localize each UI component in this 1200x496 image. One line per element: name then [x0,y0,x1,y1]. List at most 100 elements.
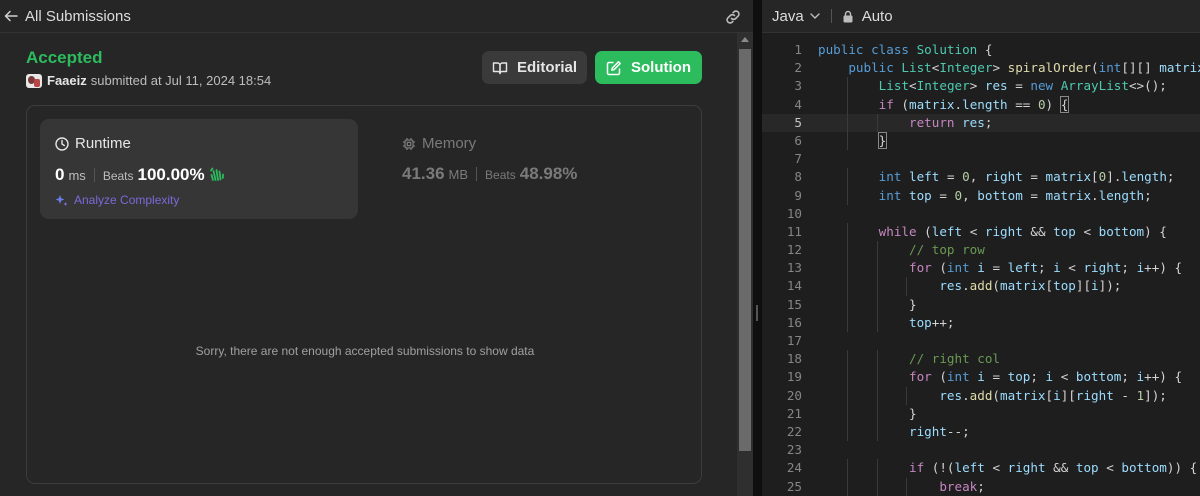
code-line[interactable]: 16 top++; [762,313,1200,332]
code-line[interactable]: 4 if (matrix.length == 0) { [762,95,1200,114]
code-text: } [818,296,917,312]
code-text: break; [939,478,985,494]
code-line[interactable]: 3 List<Integer> res = new ArrayList<>(); [762,77,1200,96]
scrollbar-thumb[interactable] [739,49,751,451]
edit-icon [606,60,621,75]
line-number: 25 [786,478,802,494]
code-panel: Java Auto 1 public class Solution {2 publ… [762,0,1200,496]
line-number: 20 [786,387,802,403]
editorial-button[interactable]: Editorial [482,51,587,84]
code-line[interactable]: 6 } [762,131,1200,151]
code-text: // right col [909,351,1000,367]
code-text: for (int i = top; i < bottom; i++) { [909,369,1183,385]
code-text: res.add(matrix[top][i]); [939,278,1122,294]
auto-mode-indicator[interactable]: Auto [842,8,893,25]
line-number: 10 [786,205,802,221]
code-line[interactable]: 7 [762,150,1200,168]
link-icon[interactable] [724,8,742,26]
code-line[interactable]: 8 int left = 0, right = matrix[0].length… [762,168,1200,187]
user-name[interactable]: Faaeiz [47,73,87,88]
vertical-scrollbar[interactable] [737,33,753,496]
code-line[interactable]: 23 [762,441,1200,459]
code-line[interactable]: 22 right--; [762,422,1200,442]
submitted-time: submitted at Jul 11, 2024 18:54 [90,73,272,88]
code-text: top++; [909,314,955,330]
sparkle-icon [55,194,68,206]
submission-panel: All Submissions Accepted Faaeiz submitte… [0,0,753,496]
line-number: 7 [794,151,802,167]
runtime-stat[interactable]: Runtime 0 ms Beats 100.00% Analyze Compl… [40,119,358,219]
code-text: int top = 0, bottom = matrix.length; [878,187,1152,203]
line-number: 14 [786,278,802,294]
code-text: // top row [909,242,985,258]
runtime-beats-percent: 100.00% [137,165,205,184]
submitter-info: Faaeiz submitted at Jul 11, 2024 18:54 [26,73,271,88]
line-number: 21 [786,405,802,421]
line-number: 24 [786,460,802,476]
language-select[interactable]: Java [772,8,821,25]
code-line[interactable]: 19 for (int i = top; i < bottom; i++) { [762,368,1200,387]
code-line[interactable]: 25 break; [762,477,1200,496]
line-number: 17 [786,333,802,348]
code-line[interactable]: 20 res.add(matrix[i][right - 1]); [762,386,1200,405]
header-divider [830,9,832,23]
runtime-beats-label: Beats [102,169,134,183]
code-line[interactable]: 12 // top row [762,241,1200,260]
code-line[interactable]: 24 if (!(left < right && top < bottom)) … [762,459,1200,478]
code-line[interactable]: 17 [762,332,1200,350]
code-text: while (left < right && top < bottom) { [878,223,1167,239]
book-icon [492,61,508,74]
back-label: All Submissions [25,7,131,25]
code-text: for (int i = left; i < right; i++) { [909,260,1183,276]
code-text: public List<Integer> spiralOrder(int[][]… [848,60,1200,76]
waving-hand-icon [209,167,224,181]
memory-unit: MB [448,167,469,182]
line-number: 13 [786,260,802,276]
memory-stat[interactable]: Memory 41.36 MB Beats 48.98% [387,119,647,219]
line-number: 5 [794,114,802,130]
code-line[interactable]: 9 int top = 0, bottom = matrix.length; [762,186,1200,205]
line-number: 22 [786,423,802,439]
code-line[interactable]: 14 res.add(matrix[top][i]); [762,277,1200,296]
code-line[interactable]: 1 public class Solution { [762,41,1200,59]
chip-icon [403,137,415,150]
code-line[interactable]: 18 // right col [762,350,1200,369]
code-panel-header: Java Auto [762,0,1200,33]
clock-icon [55,136,69,151]
code-line[interactable]: 11 while (left < right && top < bottom) … [762,222,1200,242]
line-number: 4 [794,96,802,112]
line-number: 15 [786,296,802,312]
line-number: 23 [786,442,802,458]
line-number: 19 [786,369,802,385]
memory-title: Memory [422,135,477,152]
code-line[interactable]: 13 for (int i = left; i < right; i++) { [762,259,1200,278]
code-line[interactable]: 15 } [762,295,1200,314]
code-text: } [818,405,917,421]
auto-label: Auto [861,7,893,25]
language-label: Java [772,7,804,25]
line-number: 6 [794,132,802,148]
code-text: right--; [909,423,970,439]
line-number: 12 [786,242,802,258]
line-number: 3 [794,78,802,94]
code-line[interactable]: 10 [762,205,1200,223]
solution-button[interactable]: Solution [595,51,702,84]
code-text: return res; [909,114,993,130]
code-line[interactable]: 21 } [762,404,1200,423]
stat-divider [476,167,478,181]
back-to-submissions-button[interactable]: All Submissions [0,0,131,33]
runtime-unit: ms [68,168,86,183]
submission-status: Accepted [26,48,103,67]
code-text: if (!(left < right && top < bottom)) { [909,460,1198,476]
line-number: 18 [786,351,802,367]
left-panel-header: All Submissions [0,0,753,33]
code-editor[interactable]: 1 public class Solution {2 public List<In… [762,41,1200,496]
code-line[interactable]: 5 return res; [762,113,1200,132]
panel-resize-handle[interactable] [753,0,762,496]
avatar [26,73,42,88]
analyze-complexity-link[interactable]: Analyze Complexity [55,193,179,207]
scroll-up-arrow-icon[interactable] [741,37,749,42]
code-line[interactable]: 2 public List<Integer> spiralOrder(int[]… [762,59,1200,77]
code-text: public class Solution { [818,42,993,57]
grip-icon [756,305,758,321]
